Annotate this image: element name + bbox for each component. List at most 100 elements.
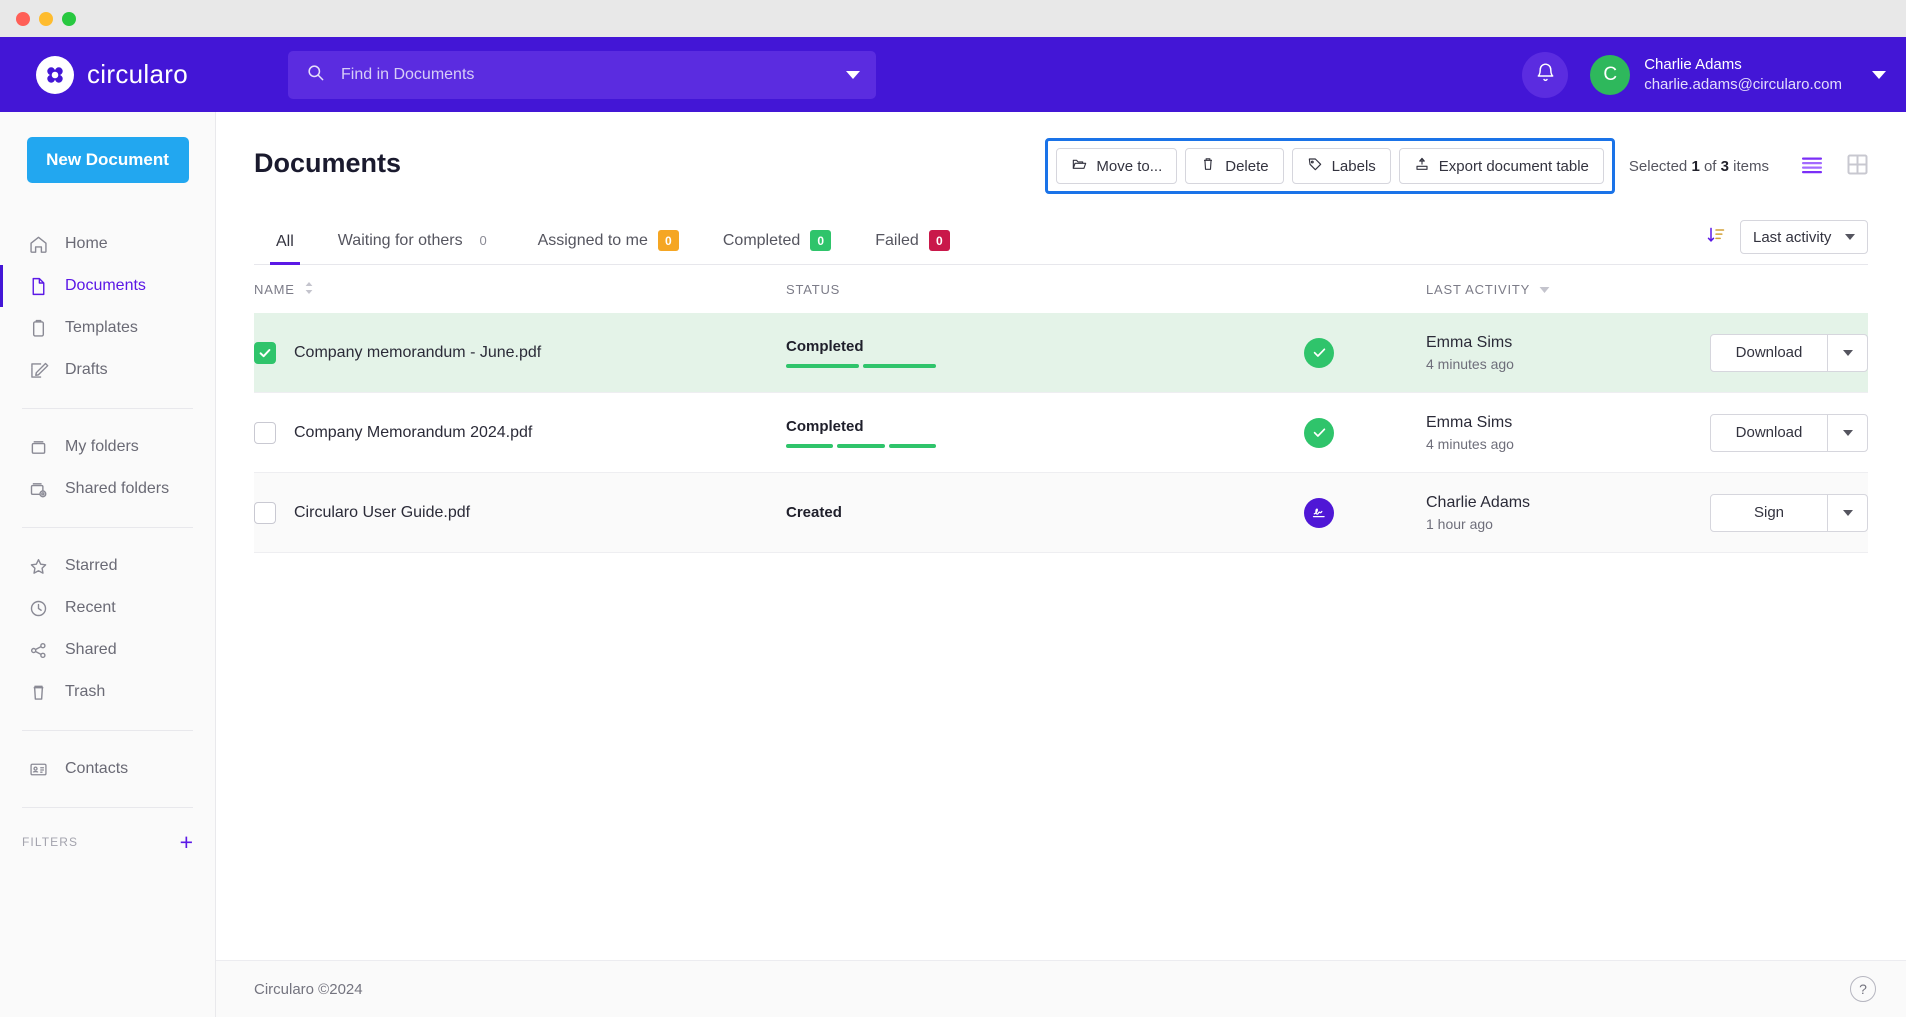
window-maximize-button[interactable] xyxy=(62,12,76,26)
tab-badge: 0 xyxy=(658,230,679,251)
column-header-status: STATUS xyxy=(786,282,840,297)
list-view-icon[interactable] xyxy=(1801,156,1823,179)
sidebar-item-templates[interactable]: Templates xyxy=(0,307,215,349)
brand-logo[interactable]: circularo xyxy=(36,56,236,94)
table-row[interactable]: Company Memorandum 2024.pdf Completed xyxy=(254,393,1868,473)
tab-badge: 0 xyxy=(929,230,950,251)
sidebar-item-starred[interactable]: Starred xyxy=(0,545,215,587)
help-circle-icon[interactable]: ? xyxy=(1850,976,1876,1002)
sidebar-item-documents[interactable]: Documents xyxy=(0,265,215,307)
table-row[interactable]: Circularo User Guide.pdf Created Charlie… xyxy=(254,473,1868,553)
notifications-button[interactable] xyxy=(1522,52,1568,98)
sidebar-item-shared-folders[interactable]: Shared folders xyxy=(0,468,215,510)
tag-icon xyxy=(1307,156,1323,176)
selection-middle: of xyxy=(1700,158,1721,175)
sidebar-divider xyxy=(22,807,193,808)
tab-completed[interactable]: Completed 0 xyxy=(701,230,853,264)
row-checkbox[interactable] xyxy=(254,422,276,444)
row-action-button: Download xyxy=(1710,414,1868,452)
sort-descending-icon[interactable] xyxy=(1706,225,1726,250)
global-search[interactable] xyxy=(288,51,876,99)
delete-button[interactable]: Delete xyxy=(1185,148,1283,184)
row-action-button: Sign xyxy=(1710,494,1868,532)
sidebar-divider xyxy=(22,730,193,731)
bulk-action-toolbar: Move to... Delete xyxy=(1045,138,1615,194)
search-input[interactable] xyxy=(341,66,836,84)
tab-label: All xyxy=(276,233,294,251)
tab-assigned-to-me[interactable]: Assigned to me 0 xyxy=(516,230,701,264)
sort-arrows-icon[interactable] xyxy=(304,281,314,298)
chevron-down-icon[interactable] xyxy=(1827,495,1867,531)
sidebar-item-label: Documents xyxy=(65,277,146,295)
button-label: Labels xyxy=(1332,158,1376,175)
signature-icon xyxy=(1304,498,1334,528)
window-minimize-button[interactable] xyxy=(39,12,53,26)
export-document-table-button[interactable]: Export document table xyxy=(1399,148,1604,184)
move-to-button[interactable]: Move to... xyxy=(1056,148,1177,184)
sort-select[interactable]: Last activity xyxy=(1740,220,1868,254)
download-button[interactable]: Download xyxy=(1711,415,1827,451)
status-label: Completed xyxy=(786,338,1304,355)
plus-icon[interactable]: + xyxy=(180,831,193,854)
avatar: C xyxy=(1590,55,1630,95)
tab-badge: 0 xyxy=(810,230,831,251)
sidebar-item-trash[interactable]: Trash xyxy=(0,671,215,713)
document-icon xyxy=(28,276,49,297)
sidebar-item-label: My folders xyxy=(65,438,139,456)
sidebar-item-recent[interactable]: Recent xyxy=(0,587,215,629)
tab-waiting-for-others[interactable]: Waiting for others 0 xyxy=(316,230,516,264)
trash-icon xyxy=(28,682,49,703)
grid-view-icon[interactable] xyxy=(1847,154,1868,180)
brand-name: circularo xyxy=(87,59,188,90)
clipboard-icon xyxy=(28,318,49,339)
app-footer: Circularo ©2024 ? xyxy=(216,960,1906,1017)
sidebar-item-contacts[interactable]: Contacts xyxy=(0,748,215,790)
download-button[interactable]: Download xyxy=(1711,335,1827,371)
tab-label: Failed xyxy=(875,232,919,250)
sidebar-item-drafts[interactable]: Drafts xyxy=(0,349,215,391)
page-title: Documents xyxy=(254,138,401,179)
folder-icon xyxy=(28,437,49,458)
sidebar-item-home[interactable]: Home xyxy=(0,223,215,265)
selection-count: 1 xyxy=(1691,158,1699,175)
sidebar-item-label: Starred xyxy=(65,557,117,575)
folder-open-icon xyxy=(1071,156,1087,176)
sidebar-item-label: Recent xyxy=(65,599,116,617)
sidebar-group-folders: My folders Shared folders xyxy=(0,426,215,510)
sidebar-divider xyxy=(22,408,193,409)
table-row[interactable]: Company memorandum - June.pdf Completed xyxy=(254,313,1868,393)
chevron-down-icon[interactable] xyxy=(846,71,860,79)
filters-label: FILTERS xyxy=(22,835,78,849)
chevron-down-icon[interactable] xyxy=(1827,335,1867,371)
tab-badge: 0 xyxy=(473,230,494,251)
sidebar-item-label: Contacts xyxy=(65,760,128,778)
chevron-down-icon[interactable] xyxy=(1827,415,1867,451)
filters-section: FILTERS + xyxy=(0,825,215,859)
row-checkbox[interactable] xyxy=(254,502,276,524)
sign-button[interactable]: Sign xyxy=(1711,495,1827,531)
tab-failed[interactable]: Failed 0 xyxy=(853,230,972,264)
status-label: Created xyxy=(786,504,1304,521)
document-name[interactable]: Company Memorandum 2024.pdf xyxy=(294,424,532,442)
button-label: Export document table xyxy=(1439,158,1589,175)
clock-icon xyxy=(28,598,49,619)
chevron-down-icon[interactable] xyxy=(1872,71,1886,79)
tab-all[interactable]: All xyxy=(254,233,316,264)
sidebar-item-my-folders[interactable]: My folders xyxy=(0,426,215,468)
progress-bar xyxy=(786,364,936,368)
sidebar-item-label: Home xyxy=(65,235,108,253)
user-email: charlie.adams@circularo.com xyxy=(1644,75,1842,95)
documents-page: Documents Move to... xyxy=(216,112,1906,960)
caret-down-icon[interactable] xyxy=(1539,282,1550,297)
sidebar-item-shared[interactable]: Shared xyxy=(0,629,215,671)
column-header-name: NAME xyxy=(254,282,295,297)
window-close-button[interactable] xyxy=(16,12,30,26)
bell-icon xyxy=(1535,62,1556,88)
document-name[interactable]: Circularo User Guide.pdf xyxy=(294,504,470,522)
labels-button[interactable]: Labels xyxy=(1292,148,1391,184)
row-checkbox[interactable] xyxy=(254,342,276,364)
document-name[interactable]: Company memorandum - June.pdf xyxy=(294,344,541,362)
user-menu[interactable]: C Charlie Adams charlie.adams@circularo.… xyxy=(1590,55,1886,95)
new-document-button[interactable]: New Document xyxy=(27,137,189,183)
documents-tabs: All Waiting for others 0 Assigned to me … xyxy=(254,220,1868,265)
